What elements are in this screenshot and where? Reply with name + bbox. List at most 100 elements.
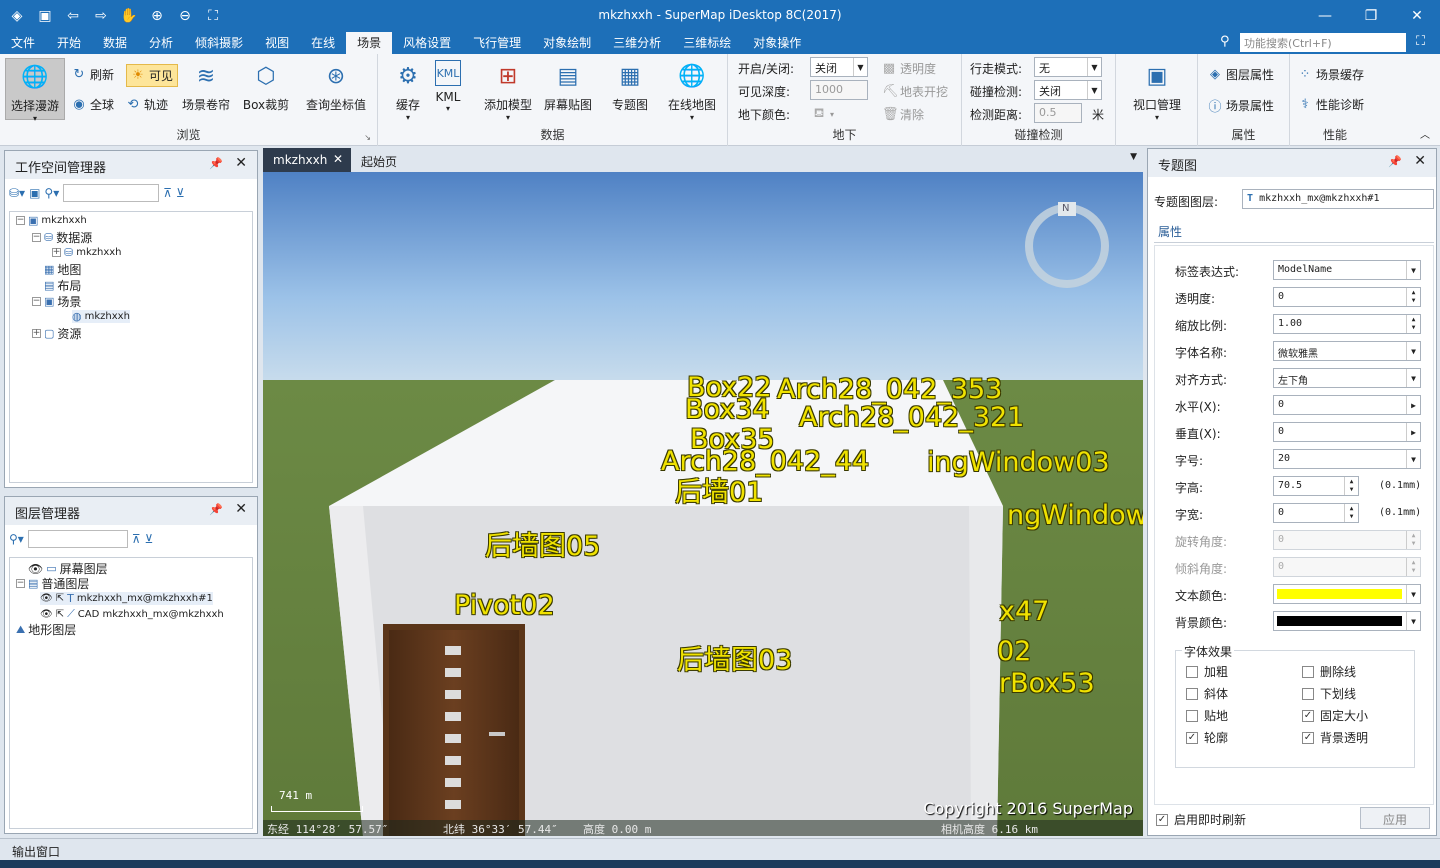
tab-list-icon[interactable]: ▼	[1130, 152, 1137, 162]
thematic-map-button[interactable]: ▦ 专题图	[600, 58, 660, 120]
instant-refresh-checkbox[interactable]: ✓ 启用即时刷新	[1156, 811, 1246, 828]
spinner-icon[interactable]: ▲ ▼	[1344, 477, 1358, 495]
menu-tab[interactable]: 文件	[0, 32, 46, 54]
tree-node-workspace[interactable]: − ▣ mkzhxxh	[16, 214, 87, 227]
effect-checkbox[interactable]: 贴地	[1186, 707, 1228, 724]
menu-tab[interactable]: 风格设置	[392, 32, 462, 54]
prop-field[interactable]: 70.5 ▲ ▼	[1273, 476, 1359, 496]
prop-field[interactable]: 微软雅黑 ▼	[1273, 341, 1421, 361]
apply-button[interactable]: 应用	[1360, 807, 1430, 829]
effect-checkbox[interactable]: 下划线	[1302, 685, 1356, 702]
spinner-icon[interactable]: ▲ ▼	[1344, 504, 1358, 522]
arrow-down-icon[interactable]: ⊻	[176, 186, 185, 200]
effect-checkbox[interactable]: 删除线	[1302, 663, 1356, 680]
add-model-button[interactable]: ⊞ 添加模型 ▾	[478, 58, 538, 123]
search-icon[interactable]: ⚲▾	[44, 186, 59, 200]
tree-node-resources[interactable]: + ▢ 资源	[32, 325, 81, 342]
prop-field[interactable]: ▼	[1273, 611, 1421, 631]
function-search-input[interactable]: 功能搜索(Ctrl+F)	[1240, 33, 1406, 52]
tab-properties[interactable]: 属性	[1158, 223, 1182, 240]
layer-node-normal[interactable]: − ▤ 普通图层	[16, 575, 89, 592]
layer-search-input[interactable]	[27, 530, 128, 548]
workspace-search-input[interactable]	[63, 184, 160, 202]
scene-viewport[interactable]: N Box22 Arch28_042_353 Box34 Arch28_042_…	[263, 172, 1143, 836]
select-arrow-icon[interactable]: ⇱	[56, 593, 64, 604]
dropdown-arrow-icon[interactable]: ▼	[1406, 261, 1420, 279]
visible-button[interactable]: ☀ 可见	[126, 64, 179, 87]
tree-node-scene[interactable]: ◍ mkzhxxh	[72, 310, 130, 323]
prop-field[interactable]: 0 ▲ ▼	[1273, 557, 1421, 577]
eye-icon[interactable]: 👁	[40, 609, 53, 620]
arrow-up-icon[interactable]: ⊼	[132, 532, 141, 546]
prop-field[interactable]: 0 ▲ ▼	[1273, 530, 1421, 550]
prop-field[interactable]: 0 ▲ ▼	[1273, 287, 1421, 307]
effect-checkbox[interactable]: 斜体	[1186, 685, 1228, 702]
chevron-right-icon[interactable]: ▶	[1406, 396, 1420, 414]
restore-button[interactable]: ❐	[1348, 0, 1394, 32]
viewport-manage-button[interactable]: ▣ 视口管理 ▾	[1124, 58, 1190, 123]
arrow-down-icon[interactable]: ⊻	[145, 532, 154, 546]
menu-tab[interactable]: 倾斜摄影	[184, 32, 254, 54]
prop-field[interactable]: 20 ▼	[1273, 449, 1421, 469]
tree-node-datasources[interactable]: − ⛁ 数据源	[32, 229, 92, 246]
clear-button[interactable]: 🗑 清除	[882, 106, 924, 123]
effect-checkbox[interactable]: ✓ 轮廓	[1186, 729, 1228, 746]
kml-button[interactable]: KML KML ▾	[418, 58, 478, 120]
prop-field[interactable]: 0 ▶	[1273, 395, 1421, 415]
dropdown-arrow-icon[interactable]: ▼	[1406, 585, 1420, 603]
track-button[interactable]: ⟲ 轨迹	[126, 96, 168, 113]
dropdown-arrow-icon[interactable]: ▼	[1406, 342, 1420, 360]
menu-tab[interactable]: 对象操作	[742, 32, 812, 54]
pin-icon[interactable]: 📌	[1388, 155, 1402, 168]
layer-node-label-theme[interactable]: 👁 ⇱ Tmkzhxxh_mx@mkzhxxh#1	[40, 592, 213, 605]
menu-tab[interactable]: 场景	[346, 32, 393, 54]
pin-icon[interactable]: 📌	[209, 157, 223, 170]
scene-curtain-button[interactable]: ≋ 场景卷帘	[176, 58, 236, 120]
effect-checkbox[interactable]: ✓ 固定大小	[1302, 707, 1368, 724]
menu-tab[interactable]: 对象绘制	[532, 32, 602, 54]
tree-node-maps[interactable]: ▦ 地图	[44, 261, 81, 278]
prop-field[interactable]: ▼	[1273, 584, 1421, 604]
query-coord-button[interactable]: ⊛ 查询坐标值	[300, 58, 372, 120]
tree-node-layouts[interactable]: ▤ 布局	[44, 277, 81, 294]
transparency-button[interactable]: ▩ 透明度	[882, 60, 936, 77]
spinner-icon[interactable]: ▲ ▼	[1406, 315, 1420, 333]
prop-field[interactable]: 0 ▶	[1273, 422, 1421, 442]
pin-icon[interactable]: 📌	[209, 503, 223, 516]
menu-tab[interactable]: 分析	[138, 32, 184, 54]
tab-start-page[interactable]: 起始页	[351, 148, 407, 172]
close-tab-icon[interactable]: ✕	[333, 152, 343, 166]
menu-tab[interactable]: 三维标绘	[672, 32, 742, 54]
collision-check-select[interactable]: 关闭 ▼	[1034, 80, 1102, 100]
close-icon[interactable]: ✕	[1414, 153, 1426, 169]
minimize-button[interactable]: —	[1302, 0, 1348, 32]
effect-checkbox[interactable]: ✓ 背景透明	[1302, 729, 1368, 746]
visible-depth-input[interactable]: 1000	[810, 80, 868, 100]
dropdown-arrow-icon[interactable]: ▼	[1406, 369, 1420, 387]
dialog-launcher-icon[interactable]: ↘	[364, 133, 371, 142]
tree-node-datasource[interactable]: + ⛁ mkzhxxh	[52, 246, 122, 259]
scene-props-button[interactable]: ⓘ 场景属性	[1208, 96, 1274, 115]
effect-checkbox[interactable]: 加粗	[1186, 663, 1228, 680]
prop-field[interactable]: 0 ▲ ▼	[1273, 503, 1359, 523]
prop-field[interactable]: 左下角 ▼	[1273, 368, 1421, 388]
surface-dig-button[interactable]: ⛏ 地表开挖	[882, 83, 948, 100]
scene-cache-button[interactable]: ⁘ 场景缓存	[1298, 66, 1364, 83]
online-map-button[interactable]: 🌐 在线地图 ▾	[662, 58, 722, 123]
walk-mode-select[interactable]: 无 ▼	[1034, 57, 1102, 77]
dropdown-arrow-icon[interactable]: ▼	[1406, 450, 1420, 468]
eye-icon[interactable]: 👁	[40, 593, 53, 604]
prop-field[interactable]: ModelName ▼	[1273, 260, 1421, 280]
eye-icon[interactable]: 👁	[28, 562, 43, 576]
check-distance-input[interactable]: 0.5	[1034, 103, 1082, 123]
menu-tab[interactable]: 在线	[300, 32, 346, 54]
spinner-icon[interactable]: ▲ ▼	[1406, 531, 1420, 549]
refresh-button[interactable]: ↻ 刷新	[72, 66, 114, 83]
chevron-right-icon[interactable]: ▶	[1406, 423, 1420, 441]
new-workspace-icon[interactable]: ▣	[29, 186, 40, 200]
screen-paste-button[interactable]: ▤ 屏幕贴图	[538, 58, 598, 120]
menu-tab[interactable]: 开始	[46, 32, 92, 54]
prop-field[interactable]: 1.00 ▲ ▼	[1273, 314, 1421, 334]
search-icon[interactable]: ⚲▾	[9, 532, 24, 546]
arrow-up-icon[interactable]: ⊼	[163, 186, 172, 200]
